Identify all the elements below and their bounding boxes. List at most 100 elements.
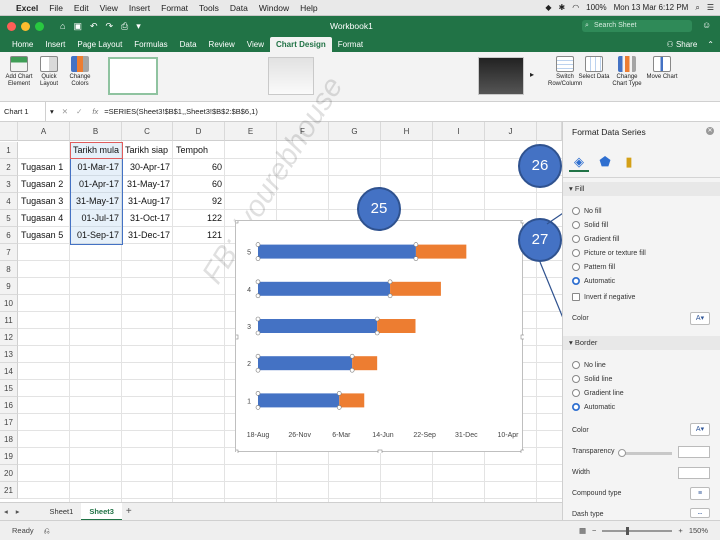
- row-header-5[interactable]: 5: [0, 210, 18, 227]
- x-tick-label[interactable]: 31-Dec: [455, 432, 478, 439]
- table-cell[interactable]: 31-Aug-17: [122, 193, 173, 210]
- chart-style-3[interactable]: [478, 57, 524, 95]
- name-box[interactable]: Chart 1: [0, 101, 46, 122]
- tab-insert[interactable]: Insert: [39, 37, 71, 52]
- undo-icon[interactable]: ↶: [90, 21, 98, 32]
- ribbon-collapse-icon[interactable]: ⌃: [707, 37, 714, 52]
- column-header-a[interactable]: A: [18, 122, 70, 141]
- bar-duration-4[interactable]: [390, 281, 441, 296]
- selection-handle[interactable]: [413, 256, 419, 261]
- row-header-15[interactable]: 15: [0, 380, 18, 397]
- selection-handle[interactable]: [255, 330, 261, 336]
- width-input[interactable]: [678, 467, 710, 479]
- change-colors-button[interactable]: Change Colors: [63, 56, 97, 88]
- styles-scroll-icon[interactable]: ▸: [530, 70, 534, 79]
- menu-list-icon[interactable]: ☰: [707, 3, 714, 12]
- column-header-c[interactable]: C: [122, 122, 173, 141]
- y-tick-label[interactable]: 1: [247, 398, 251, 405]
- macro-record-icon[interactable]: ⎌: [44, 526, 50, 536]
- tab-chart-design[interactable]: Chart Design: [269, 37, 332, 52]
- selection-handle[interactable]: [387, 293, 393, 299]
- tab-format[interactable]: Format: [332, 37, 369, 52]
- transparency-slider[interactable]: [618, 449, 672, 457]
- cancel-icon[interactable]: ✕: [58, 107, 72, 116]
- chart-style-2[interactable]: [268, 57, 314, 95]
- selection-handle[interactable]: [255, 242, 261, 247]
- table-cell[interactable]: Tugasan 1: [18, 159, 66, 176]
- row-header-17[interactable]: 17: [0, 414, 18, 431]
- y-tick-label[interactable]: 2: [247, 361, 251, 368]
- effects-tab-icon[interactable]: ⬟: [595, 152, 615, 172]
- fill-option-automatic[interactable]: Automatic: [572, 275, 615, 287]
- table-cell[interactable]: Tugasan 2: [18, 176, 66, 193]
- bar-duration-2[interactable]: [352, 356, 378, 371]
- chart-resize-handle[interactable]: [520, 334, 524, 340]
- prev-sheet-icon[interactable]: ◂: [0, 507, 12, 516]
- close-window-icon[interactable]: [7, 21, 16, 31]
- table-cell[interactable]: 92: [173, 193, 225, 210]
- fill-option-picture-or-texture-fill[interactable]: Picture or texture fill: [572, 247, 646, 259]
- bar-duration-1[interactable]: [339, 393, 365, 408]
- header-tarikh-siap[interactable]: Tarikh siap: [122, 142, 171, 159]
- tab-review[interactable]: Review: [203, 37, 241, 52]
- table-cell[interactable]: 60: [173, 159, 225, 176]
- invert-if-negative-checkbox[interactable]: Invert if negative: [572, 291, 635, 303]
- header-tempoh[interactable]: Tempoh: [173, 142, 211, 159]
- wifi-icon[interactable]: ◠: [572, 3, 579, 12]
- page-view-icon[interactable]: ▦: [579, 526, 586, 535]
- bar-start-1[interactable]: [258, 393, 340, 408]
- smiley-icon[interactable]: ☺: [702, 20, 711, 30]
- add-chart-element-button[interactable]: Add Chart Element: [2, 56, 36, 88]
- row-header-14[interactable]: 14: [0, 363, 18, 380]
- bar-start-5[interactable]: [258, 244, 416, 259]
- table-cell[interactable]: 01-Apr-17: [70, 176, 122, 193]
- fill-section-header[interactable]: ▾ Fill: [563, 182, 720, 196]
- enter-icon[interactable]: ✓: [72, 107, 86, 116]
- border-option-no-line[interactable]: No line: [572, 359, 606, 371]
- chart-resize-handle[interactable]: [520, 221, 524, 224]
- menu-view[interactable]: View: [100, 3, 118, 13]
- menu-excel[interactable]: Excel: [16, 3, 38, 13]
- selection-handle[interactable]: [255, 391, 261, 396]
- table-cell[interactable]: 60: [173, 176, 225, 193]
- zoom-out-icon[interactable]: −: [592, 526, 596, 535]
- x-tick-label[interactable]: 14-Jun: [372, 432, 394, 439]
- chart-resize-handle[interactable]: [236, 334, 239, 340]
- table-cell[interactable]: 31-May-17: [70, 193, 122, 210]
- column-header-overflow[interactable]: [537, 122, 562, 141]
- chart-resize-handle[interactable]: [236, 221, 239, 224]
- fill-option-pattern-fill[interactable]: Pattern fill: [572, 261, 615, 273]
- selection-handle[interactable]: [374, 330, 380, 336]
- row-header-10[interactable]: 10: [0, 295, 18, 312]
- save-icon[interactable]: ▣: [73, 21, 82, 32]
- x-tick-label[interactable]: 18-Aug: [247, 432, 270, 439]
- table-cell[interactable]: 01-Mar-17: [70, 159, 122, 176]
- dash-type-picker[interactable]: ┄: [690, 508, 710, 518]
- dropbox-icon[interactable]: ◆: [545, 3, 551, 12]
- row-header-12[interactable]: 12: [0, 329, 18, 346]
- bar-start-2[interactable]: [258, 356, 353, 371]
- header-tarikh-mula[interactable]: Tarikh mula: [70, 142, 122, 159]
- tab-page-layout[interactable]: Page Layout: [71, 37, 128, 52]
- table-cell[interactable]: 31-Oct-17: [122, 210, 173, 227]
- chart-resize-handle[interactable]: [377, 449, 383, 453]
- fx-icon[interactable]: fx: [86, 107, 104, 116]
- row-header-6[interactable]: 6: [0, 227, 18, 244]
- selection-handle[interactable]: [255, 256, 261, 261]
- row-header-18[interactable]: 18: [0, 431, 18, 448]
- tab-data[interactable]: Data: [174, 37, 203, 52]
- move-chart-button[interactable]: Move Chart: [645, 56, 679, 81]
- minimize-window-icon[interactable]: [21, 21, 30, 31]
- close-icon[interactable]: ✕: [706, 127, 714, 135]
- border-option-solid-line[interactable]: Solid line: [572, 373, 612, 385]
- selection-handle[interactable]: [255, 405, 261, 410]
- menu-help[interactable]: Help: [300, 3, 317, 13]
- menu-data[interactable]: Data: [230, 3, 248, 13]
- next-sheet-icon[interactable]: ▸: [12, 507, 24, 516]
- compound-type-picker[interactable]: ≡: [690, 487, 710, 500]
- table-cell[interactable]: Tugasan 3: [18, 193, 66, 210]
- row-header-13[interactable]: 13: [0, 346, 18, 363]
- menu-insert[interactable]: Insert: [129, 3, 150, 13]
- column-header-b[interactable]: B: [70, 122, 122, 141]
- menu-tools[interactable]: Tools: [199, 3, 219, 13]
